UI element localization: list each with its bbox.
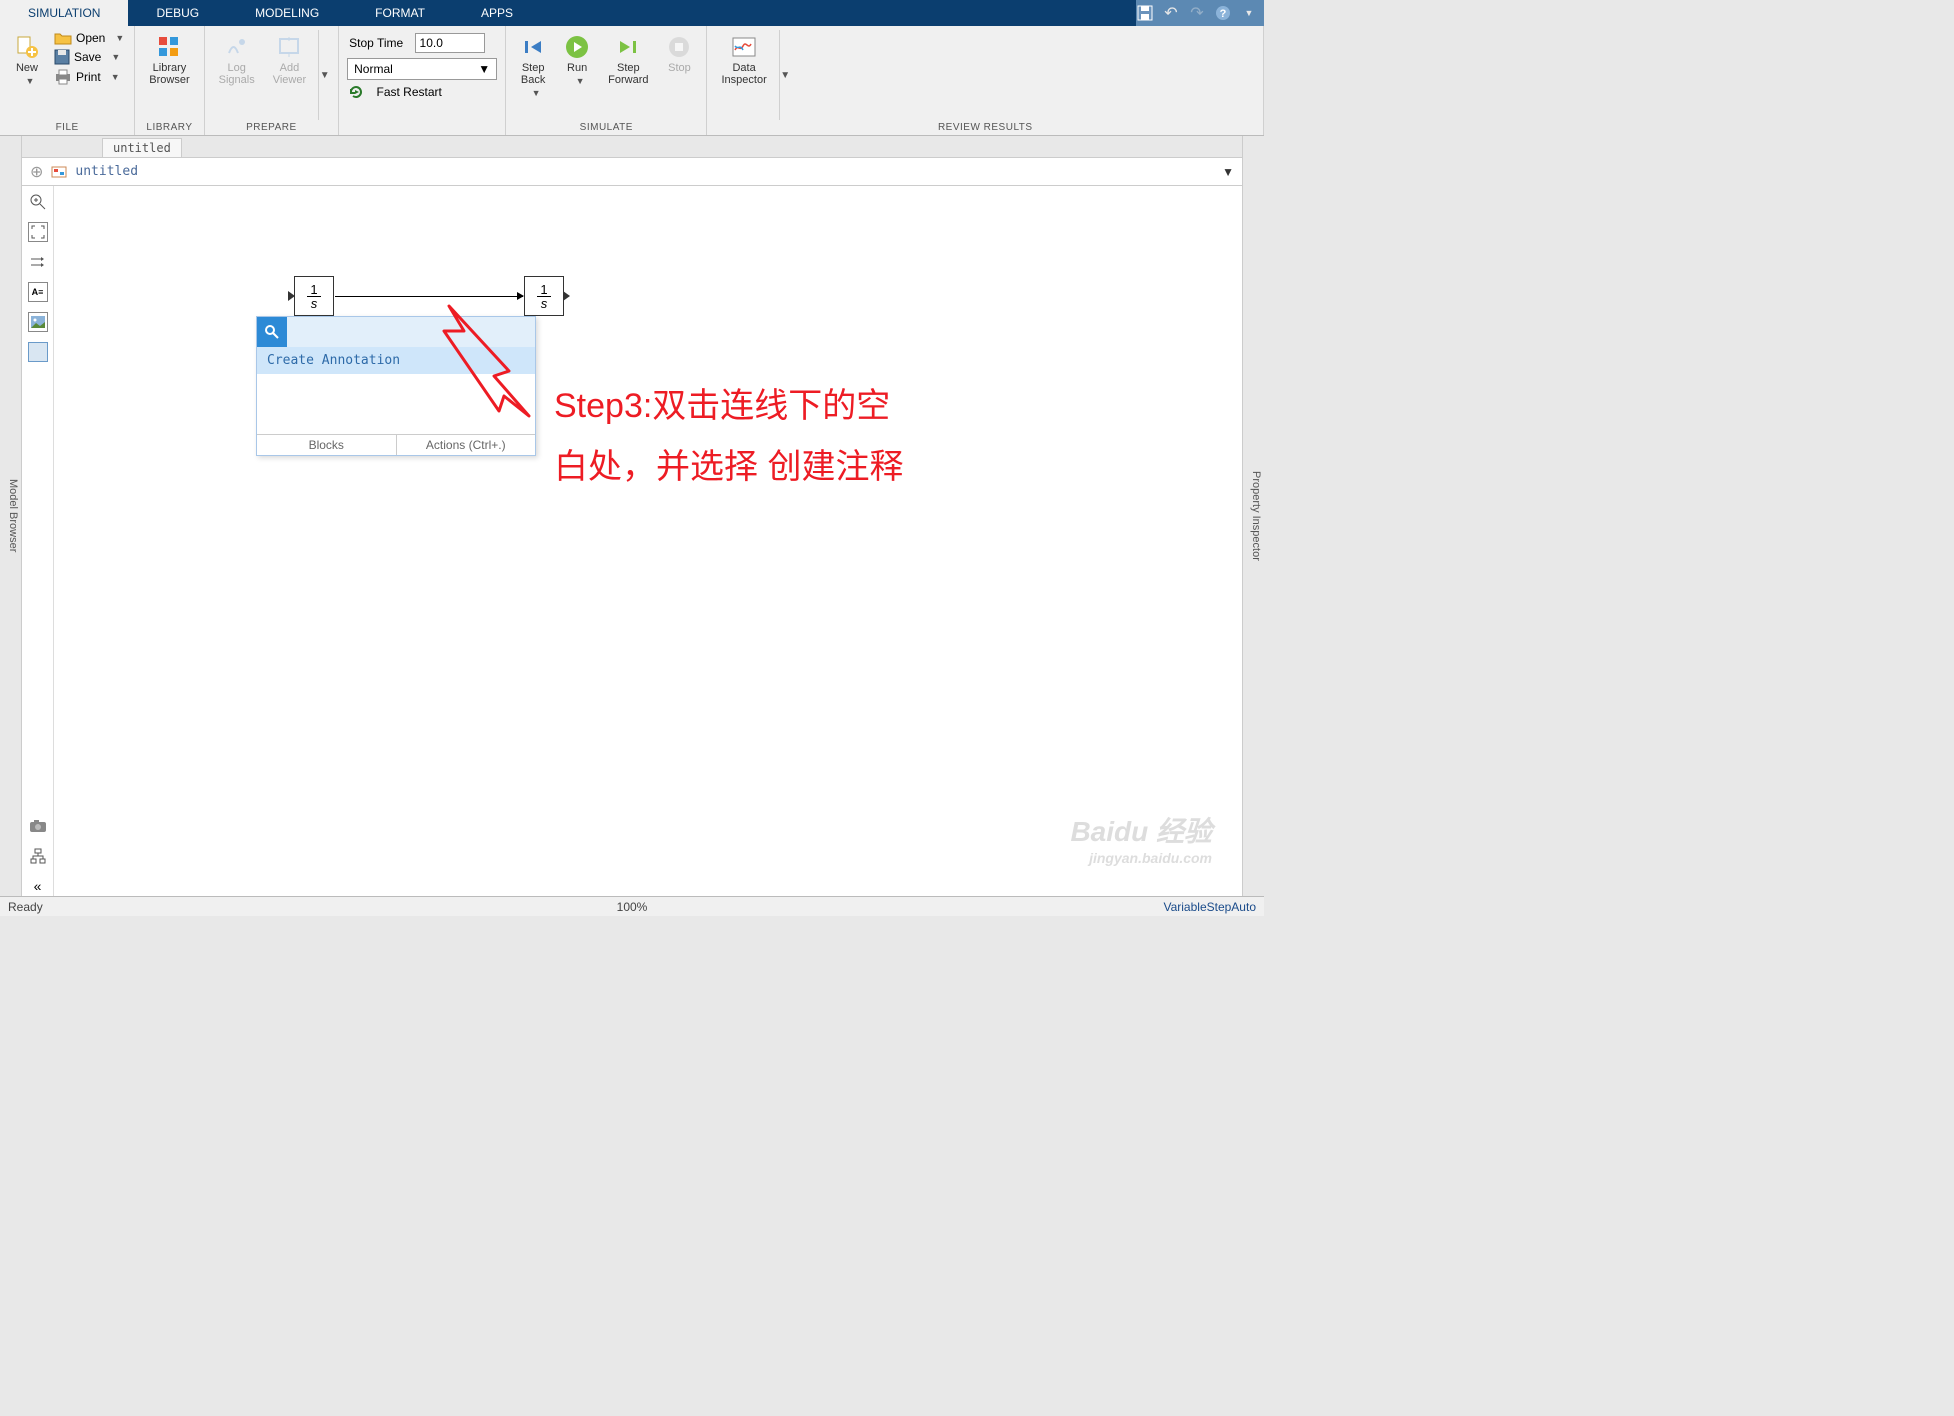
model-browser-strip[interactable]: Model Browser — [0, 136, 22, 896]
canvas-palette: A≡ « — [22, 186, 54, 896]
library-group-label: LIBRARY — [143, 120, 195, 133]
library-browser-button[interactable]: Library Browser — [143, 30, 195, 90]
tab-modeling[interactable]: MODELING — [227, 0, 347, 26]
status-ready: Ready — [8, 900, 43, 914]
tab-simulation[interactable]: SIMULATION — [0, 0, 128, 26]
stop-button[interactable]: Stop — [660, 30, 698, 78]
fit-view-icon[interactable] — [28, 222, 48, 242]
review-dropdown[interactable]: ▼ — [779, 30, 791, 120]
help-icon[interactable]: ? — [1214, 4, 1232, 22]
area-tool-icon[interactable] — [28, 342, 48, 362]
tutorial-annotation: Step3:双击连线下的空 白处，并选择 创建注释 — [554, 376, 903, 498]
nav-back-icon[interactable]: ⊕ — [30, 162, 43, 182]
save-icon[interactable] — [1136, 4, 1154, 22]
help-dropdown-icon[interactable]: ▼ — [1240, 4, 1258, 22]
undo-icon[interactable]: ↶ — [1162, 4, 1180, 22]
add-viewer-button[interactable]: Add Viewer — [267, 30, 312, 90]
svg-text:?: ? — [1220, 8, 1227, 20]
tab-debug[interactable]: DEBUG — [128, 0, 227, 26]
hierarchy-icon[interactable] — [28, 846, 48, 866]
step-back-button[interactable]: Step Back▼ — [514, 30, 552, 102]
main-tab-bar: SIMULATION DEBUG MODELING FORMAT APPS ↶ … — [0, 0, 1264, 26]
content-area: Model Browser untitled ⊕ untitled ▼ A≡ « — [0, 136, 1264, 896]
zoom-in-icon[interactable] — [28, 192, 48, 212]
annotation-arrow-icon — [434, 301, 574, 431]
data-inspector-button[interactable]: Data Inspector — [715, 30, 772, 90]
camera-icon[interactable] — [28, 816, 48, 836]
print-button[interactable]: Print▼ — [52, 68, 126, 86]
document-tab[interactable]: untitled — [102, 138, 182, 157]
run-button[interactable]: Run▼ — [558, 30, 596, 90]
breadcrumb[interactable]: untitled — [75, 164, 138, 179]
popup-tab-blocks[interactable]: Blocks — [257, 435, 397, 455]
property-inspector-strip[interactable]: Property Inspector — [1242, 136, 1264, 896]
model-canvas[interactable]: 1s 1s Create Annotation Blocks — [54, 186, 1242, 896]
review-group-label: REVIEW RESULTS — [715, 120, 1255, 133]
collapse-icon[interactable]: « — [28, 876, 48, 896]
open-button[interactable]: Open▼ — [52, 30, 126, 46]
fast-restart-button[interactable]: Fast Restart — [347, 84, 444, 100]
annotation-tool-icon[interactable]: A≡ — [28, 282, 48, 302]
status-zoom[interactable]: 100% — [617, 900, 648, 914]
stoptime-input[interactable] — [415, 33, 485, 53]
signal-arrows-icon[interactable] — [28, 252, 48, 272]
prepare-dropdown[interactable]: ▼ — [318, 30, 330, 120]
simulate-group-label: SIMULATE — [514, 120, 698, 133]
tab-apps[interactable]: APPS — [453, 0, 541, 26]
integrator-block-1[interactable]: 1s — [294, 276, 334, 316]
stoptime-label: Stop Time — [349, 36, 403, 50]
log-signals-button[interactable]: Log Signals — [213, 30, 261, 90]
new-button[interactable]: New▼ — [8, 30, 46, 90]
image-tool-icon[interactable] — [28, 312, 48, 332]
step-forward-button[interactable]: Step Forward — [602, 30, 654, 90]
search-icon — [257, 317, 287, 347]
popup-tab-actions[interactable]: Actions (Ctrl+.) — [397, 435, 536, 455]
model-icon — [51, 164, 67, 180]
redo-icon[interactable]: ↷ — [1188, 4, 1206, 22]
library-browser-label: Library Browser — [149, 62, 189, 86]
ribbon-toolbar: New▼ Open▼ Save▼ Print▼ FILE Library Bro… — [0, 26, 1264, 136]
prepare-group-label: PREPARE — [213, 120, 331, 133]
status-solver[interactable]: VariableStepAuto — [1163, 900, 1256, 914]
save-button[interactable]: Save▼ — [52, 48, 126, 66]
file-group-label: FILE — [8, 120, 126, 133]
nav-dropdown-icon[interactable]: ▼ — [1222, 165, 1234, 179]
signal-wire[interactable] — [335, 296, 523, 297]
status-bar: Ready 100% VariableStepAuto — [0, 896, 1264, 916]
watermark: Baidu 经验 jingyan.baidu.com — [1070, 810, 1212, 866]
simulation-mode-select[interactable]: Normal▼ — [347, 58, 497, 80]
tab-format[interactable]: FORMAT — [347, 0, 453, 26]
